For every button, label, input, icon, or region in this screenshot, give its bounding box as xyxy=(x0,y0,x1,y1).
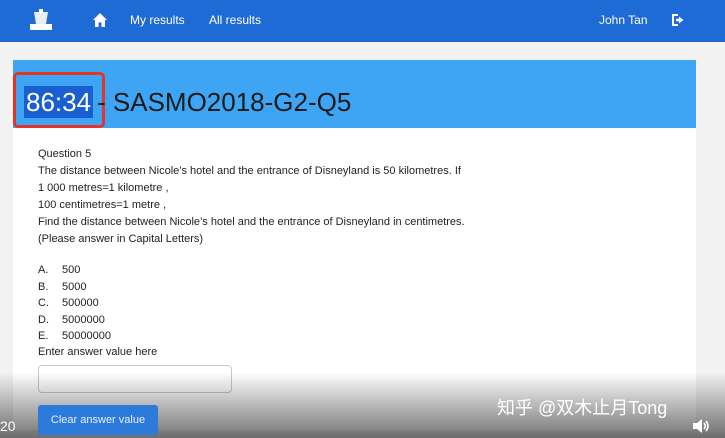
option-c: C. 500000 xyxy=(38,295,338,312)
nav-my-results[interactable]: My results xyxy=(130,13,185,27)
user-name[interactable]: John Tan xyxy=(599,13,648,27)
watermark: 知乎 @双木止月Tong xyxy=(497,398,668,418)
answer-input[interactable] xyxy=(38,365,232,393)
option-value: 5000000 xyxy=(62,313,105,326)
clear-answer-button[interactable]: Clear answer value xyxy=(38,405,158,435)
volume-icon[interactable] xyxy=(692,418,710,434)
question-line: (Please answer in Capital Letters) xyxy=(38,233,204,245)
option-letter: A. xyxy=(38,264,49,276)
answer-label: Enter answer value here xyxy=(38,346,158,358)
question-line: Find the distance between Nicole’s hotel… xyxy=(38,216,465,228)
option-d: D. 5000000 xyxy=(38,312,338,329)
question-card: 86:34 - SASMO2018-G2-Q5 Question 5 The d… xyxy=(13,60,696,430)
option-b: B. 5000 xyxy=(38,279,338,296)
option-letter: E. xyxy=(38,330,49,342)
option-value: 500000 xyxy=(62,297,99,309)
option-a: A. 500 xyxy=(38,262,338,279)
countdown-timer: 86:34 xyxy=(24,86,94,118)
question-line: 100 centimetres=1 metre , xyxy=(38,199,167,211)
question-number: Question 5 xyxy=(38,148,92,160)
option-letter: B. xyxy=(38,280,49,293)
option-letter: D. xyxy=(38,313,49,326)
option-e: E. 50000000 xyxy=(38,328,338,345)
nav-all-results[interactable]: All results xyxy=(209,13,261,27)
question-line: The distance between Nicole’s hotel and … xyxy=(38,165,461,177)
question-line: 1 000 metres=1 kilometre , xyxy=(38,182,169,194)
answer-options: A. 500 B. 5000 C. 500000 D. 5000000 E. 5… xyxy=(38,262,338,345)
option-value: 50000000 xyxy=(62,330,111,342)
video-time: 20 xyxy=(0,418,16,434)
question-text: Question 5 The distance between Nicole’s… xyxy=(38,146,678,248)
option-value: 5000 xyxy=(62,280,87,293)
top-navbar: My results All results John Tan xyxy=(0,0,725,42)
app-logo-icon[interactable] xyxy=(24,8,58,34)
option-letter: C. xyxy=(38,297,49,309)
question-title: - SASMO2018-G2-Q5 xyxy=(97,87,352,117)
option-value: 500 xyxy=(62,264,81,276)
home-icon[interactable] xyxy=(92,12,108,28)
logout-icon[interactable] xyxy=(670,12,686,28)
